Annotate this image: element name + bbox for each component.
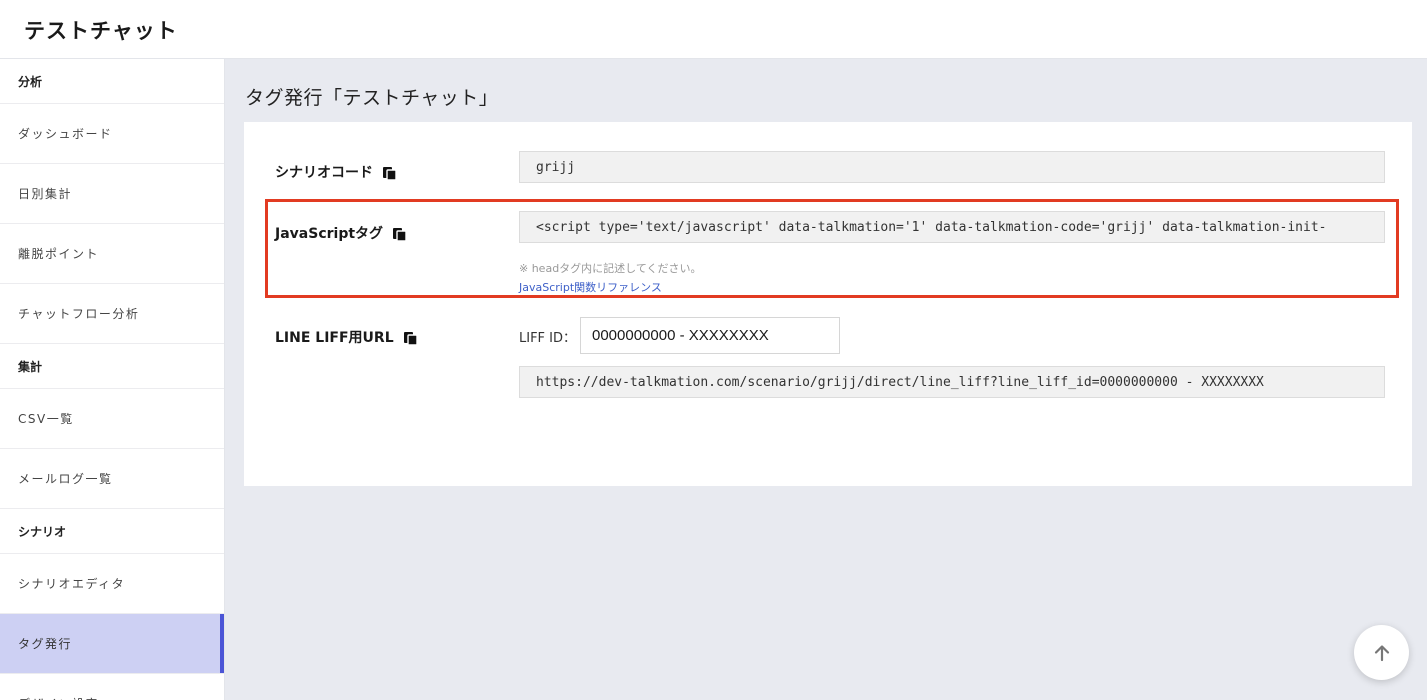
javascript-tag-field[interactable]: <script type='text/javascript' data-talk…	[519, 211, 1385, 243]
sidebar-item-design-settings[interactable]: デザイン設定	[0, 674, 224, 700]
copy-icon[interactable]	[393, 226, 407, 241]
sidebar-section-aggregation: 集計	[0, 344, 224, 389]
arrow-up-icon	[1374, 644, 1389, 661]
liff-id-input[interactable]	[580, 317, 840, 354]
sidebar-item-dashboard[interactable]: ダッシュボード	[0, 104, 224, 164]
sidebar-item-exit-points[interactable]: 離脱ポイント	[0, 224, 224, 284]
copy-icon[interactable]	[383, 165, 397, 180]
app-title: テストチャット	[24, 19, 178, 43]
top-bar: テストチャット	[0, 0, 1427, 59]
tag-card: シナリオコード grijj JavaScriptタグ <script type=…	[244, 122, 1412, 486]
line-liff-url-field[interactable]: https://dev-talkmation.com/scenario/grij…	[519, 366, 1385, 398]
sidebar-item-csv-list[interactable]: CSV一覧	[0, 389, 224, 449]
line-liff-url-label-text: LINE LIFF用URL	[275, 330, 394, 346]
copy-icon[interactable]	[403, 330, 418, 345]
sidebar-item-chat-flow-analysis[interactable]: チャットフロー分析	[0, 284, 224, 344]
scenario-code-field[interactable]: grijj	[519, 151, 1385, 183]
sidebar-item-tag-issue[interactable]: タグ発行	[0, 614, 224, 674]
scroll-to-top-button[interactable]	[1354, 625, 1409, 680]
main-content: タグ発行「テストチャット」 シナリオコード grijj JavaScriptタグ…	[225, 59, 1427, 700]
scenario-code-label-text: シナリオコード	[275, 165, 373, 181]
sidebar: 分析 ダッシュボード 日別集計 離脱ポイント チャットフロー分析 集計 CSV一…	[0, 59, 225, 700]
page-title: タグ発行「テストチャット」	[245, 87, 499, 109]
sidebar-section-scenario: シナリオ	[0, 509, 224, 554]
javascript-reference-link[interactable]: JavaScript関数リファレンス	[519, 279, 662, 295]
javascript-tag-label-text: JavaScriptタグ	[275, 226, 384, 242]
sidebar-item-daily-stats[interactable]: 日別集計	[0, 164, 224, 224]
javascript-tag-label: JavaScriptタグ	[275, 223, 407, 243]
sidebar-section-analysis: 分析	[0, 59, 224, 104]
javascript-tag-note: ※ headタグ内に記述してください。	[519, 262, 702, 275]
scenario-code-label: シナリオコード	[275, 162, 397, 182]
liff-id-label: LIFF ID：	[519, 331, 577, 346]
line-liff-url-label: LINE LIFF用URL	[275, 327, 418, 347]
sidebar-item-mail-log-list[interactable]: メールログ一覧	[0, 449, 224, 509]
sidebar-item-scenario-editor[interactable]: シナリオエディタ	[0, 554, 224, 614]
